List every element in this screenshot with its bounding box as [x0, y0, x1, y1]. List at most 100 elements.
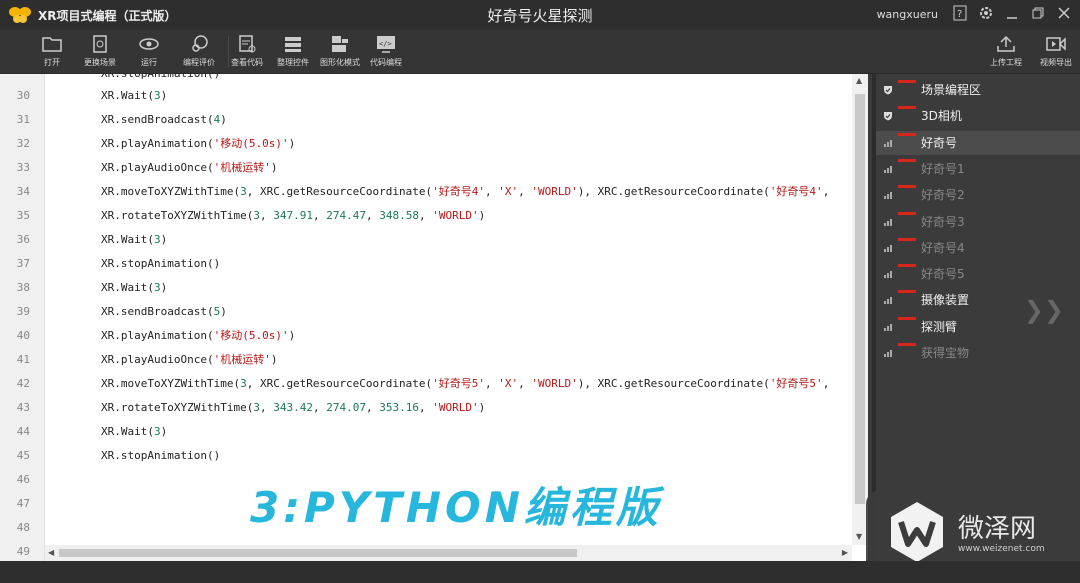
code-line[interactable]: 40 XR.playAnimation('移动(5.0s)'): [0, 324, 850, 348]
node-tag-marker: [898, 343, 916, 346]
arrange-controls-button[interactable]: 整理控件: [269, 34, 317, 72]
open-button[interactable]: 打开: [28, 34, 76, 72]
code-text: XR.playAnimation('移动(5.0s)'): [101, 137, 296, 150]
watermark-logo-icon: [891, 502, 943, 562]
scene-tree-panel: 场景编程区 3D相机 好奇号 好奇号1 好奇号2 好奇号3 好奇号4 好奇号5 摄像装置 探测臂获…: [872, 74, 1080, 561]
user-name[interactable]: wangxueru: [877, 8, 938, 21]
folder-icon: [42, 37, 62, 52]
eye-icon: [139, 38, 159, 50]
title-bar: XR项目式编程（正式版） 好奇号火星探测 wangxueru ?: [0, 0, 1080, 30]
arrange-icon: [285, 37, 301, 52]
code-line[interactable]: 36 XR.Wait(3): [0, 228, 850, 252]
code-text: XR.Wait(3): [101, 425, 168, 438]
bars-icon: [884, 244, 892, 252]
graphic-mode-icon: [332, 36, 348, 52]
evaluate-button[interactable]: 编程评价: [175, 34, 223, 72]
swap-scene-button[interactable]: 更换场景: [76, 34, 124, 72]
line-number: 38: [16, 281, 30, 294]
close-icon[interactable]: [1056, 5, 1072, 23]
video-export-button[interactable]: 视频导出: [1032, 34, 1080, 72]
code-editor[interactable]: XR.stopAnimation() 30 XR.Wait(3) 31 XR.send…: [0, 74, 868, 561]
scene-tree-label: 好奇号1: [921, 161, 965, 176]
horizontal-scrollbar[interactable]: ◀ ▶: [45, 545, 852, 561]
code-line[interactable]: 44 XR.Wait(3): [0, 420, 850, 444]
python-edition-banner: 3:PYTHON编程版: [250, 483, 662, 532]
line-number: 47: [16, 497, 30, 510]
code-text: XR.Wait(3): [101, 89, 168, 102]
run-button[interactable]: 运行: [125, 34, 173, 72]
code-line[interactable]: 34 XR.moveToXYZWithTime(3, XRC.getResourc…: [0, 180, 850, 204]
bars-icon: [884, 271, 892, 279]
code-text: XR.playAudioOnce('机械运转'): [101, 353, 278, 366]
node-tag-marker: [898, 158, 916, 162]
scene-tree-item[interactable]: 3D相机: [876, 104, 1080, 128]
scene-tree-item[interactable]: 好奇号4: [876, 236, 1080, 260]
scroll-down-arrow-icon[interactable]: ▼: [856, 532, 862, 541]
code-line[interactable]: 35 XR.rotateToXYZWithTime(3, 347.91, 274.…: [0, 204, 850, 228]
code-text: XR.moveToXYZWithTime(3, XRC.getResourceC…: [101, 185, 830, 198]
code-line[interactable]: 41 XR.playAudioOnce('机械运转'): [0, 348, 850, 372]
node-tag-marker: [898, 211, 916, 215]
scene-tree-item[interactable]: 好奇号2: [876, 183, 1080, 207]
line-number: 35: [16, 209, 30, 222]
node-tag-marker: [898, 80, 916, 83]
line-number: 32: [16, 137, 30, 150]
code-text: XR.rotateToXYZWithTime(3, 347.91, 274.47…: [101, 209, 486, 222]
scene-tree-label: 好奇号: [921, 135, 958, 150]
code-line[interactable]: 45 XR.stopAnimation(): [0, 444, 850, 468]
status-bar: [0, 561, 1080, 583]
scroll-up-arrow-icon[interactable]: ▲: [856, 76, 862, 85]
scene-tree-label: 好奇号2: [921, 188, 965, 203]
code-line[interactable]: 42 XR.moveToXYZWithTime(3, XRC.getResourc…: [0, 372, 850, 396]
node-tag-marker: [898, 132, 916, 136]
scene-tree-item[interactable]: 好奇号5: [876, 262, 1080, 286]
code-mode-button[interactable]: </> 代码编程: [362, 34, 410, 72]
line-number: 41: [16, 353, 30, 366]
code-text: XR.Wait(3): [101, 233, 168, 246]
node-tag-marker: [898, 185, 916, 189]
scene-tree-item[interactable]: 好奇号3: [876, 210, 1080, 234]
vertical-scrollbar[interactable]: ▲ ▼: [852, 74, 868, 545]
code-line[interactable]: 32 XR.playAnimation('移动(5.0s)'): [0, 132, 850, 156]
line-number: 48: [16, 521, 30, 534]
horizontal-scroll-thumb[interactable]: [59, 549, 577, 557]
line-number: 42: [16, 377, 30, 390]
restore-icon[interactable]: [1030, 5, 1046, 23]
scene-tree-item[interactable]: 好奇号: [876, 130, 1080, 155]
scroll-left-arrow-icon[interactable]: ◀: [48, 548, 54, 557]
help-icon[interactable]: ?: [952, 5, 968, 23]
view-code-button[interactable]: 查看代码: [223, 34, 271, 72]
code-line[interactable]: 31 XR.sendBroadcast(4): [0, 108, 850, 132]
scene-tree-label: 好奇号5: [921, 267, 965, 282]
code-line[interactable]: 39 XR.sendBroadcast(5): [0, 300, 850, 324]
code-line[interactable]: 30 XR.Wait(3): [0, 84, 850, 108]
evaluate-icon: [192, 35, 208, 52]
code-line[interactable]: 43 XR.rotateToXYZWithTime(3, 343.42, 274.…: [0, 396, 850, 420]
shield-icon: [884, 112, 892, 121]
scroll-right-arrow-icon[interactable]: ▶: [842, 548, 848, 557]
toolbar: 打开 更换场景 运行 编程评价 查看代码 整理控件 图形化模式 </> 代码编程…: [0, 30, 1080, 74]
scene-tree-label: 好奇号3: [921, 214, 965, 229]
bars-icon: [884, 139, 892, 147]
code-line[interactable]: 33 XR.playAudioOnce('机械运转'): [0, 156, 850, 180]
scene-tree-item[interactable]: 场景编程区: [876, 78, 1080, 102]
graphic-mode-button[interactable]: 图形化模式: [316, 34, 364, 72]
line-number: 36: [16, 233, 30, 246]
line-number: 39: [16, 305, 30, 318]
scene-tree-item[interactable]: 好奇号1: [876, 157, 1080, 181]
bars-icon: [884, 350, 892, 357]
line-number: 46: [16, 473, 30, 486]
gear-icon[interactable]: [978, 5, 994, 23]
code-text: XR.sendBroadcast(4): [101, 113, 227, 126]
code-line[interactable]: 37 XR.stopAnimation(): [0, 252, 850, 276]
upload-project-button[interactable]: 上传工程: [982, 34, 1030, 72]
collapse-panel-icon[interactable]: ❯❯: [1024, 296, 1064, 324]
minimize-icon[interactable]: [1004, 5, 1020, 23]
vertical-scroll-thumb[interactable]: [855, 94, 865, 504]
video-export-icon: [1046, 37, 1066, 51]
bars-icon: [884, 165, 892, 173]
code-text: XR.stopAnimation(): [101, 257, 221, 270]
code-line[interactable]: 38 XR.Wait(3): [0, 276, 850, 300]
svg-text:</>: </>: [379, 40, 392, 48]
scene-tree-item[interactable]: 获得宝物: [876, 341, 1080, 365]
